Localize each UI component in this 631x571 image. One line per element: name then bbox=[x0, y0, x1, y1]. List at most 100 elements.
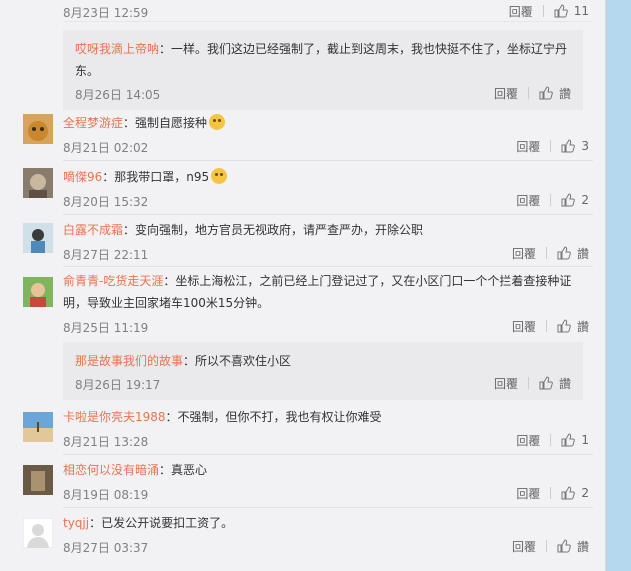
avatar[interactable] bbox=[23, 114, 53, 144]
like-count: 讚 bbox=[576, 539, 589, 554]
like-count: 讚 bbox=[576, 319, 589, 334]
like-button[interactable]: 讚 bbox=[557, 538, 589, 555]
reply-meta: 8月26日 19:17 回覆 讚 bbox=[75, 374, 571, 392]
reply-text: 哎呀我滴上帝呐：一样。我们这边已经强制了，截止到这周末，我也快挺不住了，坐标辽宁… bbox=[75, 38, 571, 82]
comment-time: 8月23日 12:59 bbox=[63, 6, 149, 20]
thumbs-up-icon bbox=[554, 4, 568, 18]
thumbs-up-icon bbox=[557, 539, 571, 553]
thumbs-up-icon bbox=[561, 486, 576, 500]
avatar[interactable] bbox=[23, 168, 53, 198]
like-count: 讚 bbox=[558, 376, 571, 391]
divider bbox=[63, 160, 593, 161]
divider bbox=[527, 87, 529, 99]
divider bbox=[63, 454, 593, 455]
comments-panel: 8月23日 12:59 回覆 11 哎呀我滴上帝呐：一样。我们这边已经强制了，截… bbox=[0, 0, 606, 571]
avatar[interactable] bbox=[23, 518, 53, 548]
username-link[interactable]: 卡啦是你亮夫1988 bbox=[63, 410, 166, 424]
like-button[interactable]: 3 bbox=[561, 139, 589, 153]
comment-time: 8月19日 08:19 bbox=[63, 488, 149, 502]
comment-actions: 回覆 2 bbox=[516, 483, 589, 503]
username-link[interactable]: tyqjj bbox=[63, 516, 89, 530]
hush-emoji-icon bbox=[211, 168, 228, 184]
like-count: 2 bbox=[581, 486, 589, 500]
reply-button[interactable]: 回覆 bbox=[512, 538, 536, 555]
comment-time: 8月21日 13:28 bbox=[63, 435, 149, 449]
divider bbox=[527, 377, 529, 389]
comment-meta: 8月25日 11:19 回覆 讚 bbox=[63, 316, 593, 336]
divider bbox=[550, 194, 552, 206]
divider bbox=[545, 247, 547, 259]
reply-button[interactable]: 回覆 bbox=[494, 375, 518, 392]
reply-button[interactable]: 回覆 bbox=[494, 85, 518, 102]
avatar[interactable] bbox=[23, 412, 53, 442]
username-link[interactable]: 全程梦游症 bbox=[63, 116, 123, 130]
username-link[interactable]: 相恋何以没有暗涌 bbox=[63, 463, 159, 477]
divider bbox=[550, 487, 552, 499]
comment-text: 相恋何以没有暗涌：真恶心 bbox=[63, 459, 593, 481]
avatar[interactable] bbox=[23, 465, 53, 495]
comment-meta: 8月20日 15:32 回覆 2 bbox=[63, 190, 593, 210]
like-button[interactable]: 11 bbox=[554, 4, 589, 18]
like-button[interactable]: 讚 bbox=[539, 375, 571, 392]
divider bbox=[545, 540, 547, 552]
divider bbox=[550, 140, 552, 152]
username-link[interactable]: 嘀傑96 bbox=[63, 170, 102, 184]
like-button[interactable]: 2 bbox=[561, 193, 589, 207]
like-count: 讚 bbox=[558, 86, 571, 101]
comment-text: 全程梦游症：强制自愿接种 bbox=[63, 112, 593, 134]
username-link[interactable]: 那是故事我们的故事 bbox=[75, 354, 183, 368]
comment-meta-top: 8月23日 12:59 回覆 11 bbox=[63, 0, 593, 22]
comment-body: ：真恶心 bbox=[159, 463, 208, 477]
comment-time: 8月27日 03:37 bbox=[63, 541, 149, 555]
thumbs-up-icon bbox=[557, 246, 571, 260]
comment-meta: 8月21日 02:02 回覆 3 bbox=[63, 136, 593, 156]
reply-button[interactable]: 回覆 bbox=[516, 432, 540, 449]
comment-body: ：不强制，但你不打，我也有权让你难受 bbox=[165, 410, 382, 424]
username-link[interactable]: 哎呀我滴上帝呐 bbox=[75, 42, 159, 56]
reply-button[interactable]: 回覆 bbox=[516, 138, 540, 155]
reply-button[interactable]: 回覆 bbox=[512, 318, 536, 335]
like-button[interactable]: 讚 bbox=[557, 318, 589, 335]
like-count: 11 bbox=[573, 4, 589, 18]
comment-meta: 8月21日 13:28 回覆 1 bbox=[63, 430, 593, 450]
like-button[interactable]: 讚 bbox=[539, 85, 571, 102]
reply-actions: 回覆 讚 bbox=[494, 374, 571, 392]
comment-body: ：强制自愿接种 bbox=[123, 116, 208, 130]
reply-button[interactable]: 回覆 bbox=[516, 192, 540, 209]
comment-time: 8月20日 15:32 bbox=[63, 195, 149, 209]
comment-text: 卡啦是你亮夫1988：不强制，但你不打，我也有权让你难受 bbox=[63, 406, 593, 428]
comment-text: 白露不成霜：变向强制，地方官员无视政府，请严查严办，开除公职 bbox=[63, 219, 593, 241]
comment-item: 卡啦是你亮夫1988：不强制，但你不打，我也有权让你难受 8月21日 13:28… bbox=[63, 406, 593, 450]
reply-button[interactable]: 回覆 bbox=[509, 3, 533, 20]
like-button[interactable]: 讚 bbox=[557, 245, 589, 262]
like-count: 讚 bbox=[576, 246, 589, 261]
reply-button[interactable]: 回覆 bbox=[512, 245, 536, 262]
like-count: 2 bbox=[581, 193, 589, 207]
divider bbox=[550, 434, 552, 446]
comment-body: ：变向强制，地方官员无视政府，请严查严办，开除公职 bbox=[123, 223, 424, 237]
comment-meta: 8月19日 08:19 回覆 2 bbox=[63, 483, 593, 503]
comment-text: 嘀傑96：那我带口罩，n95 bbox=[63, 166, 593, 188]
reply-actions: 回覆 讚 bbox=[494, 84, 571, 102]
comment-actions: 回覆 11 bbox=[509, 0, 589, 22]
comment-actions: 回覆 讚 bbox=[512, 316, 589, 336]
comment-meta: 8月27日 03:37 回覆 讚 bbox=[63, 536, 593, 556]
comment-actions: 回覆 3 bbox=[516, 136, 589, 156]
like-button[interactable]: 2 bbox=[561, 486, 589, 500]
username-link[interactable]: 白露不成霜 bbox=[63, 223, 123, 237]
thumbs-up-icon bbox=[561, 193, 576, 207]
comment-meta: 8月27日 22:11 回覆 讚 bbox=[63, 243, 593, 263]
sub-reply: 那是故事我们的故事：所以不喜欢住小区 8月26日 19:17 回覆 讚 bbox=[63, 342, 583, 400]
thumbs-up-icon bbox=[561, 139, 576, 153]
comment-item: 嘀傑96：那我带口罩，n95 8月20日 15:32 回覆 2 bbox=[63, 166, 593, 210]
like-button[interactable]: 1 bbox=[561, 433, 589, 447]
username-link[interactable]: 俞青青-吃货走天涯 bbox=[63, 274, 163, 288]
avatar[interactable] bbox=[23, 277, 53, 307]
comment-time: 8月25日 11:19 bbox=[63, 321, 149, 335]
comment-time: 8月27日 22:11 bbox=[63, 248, 149, 262]
divider bbox=[63, 507, 593, 508]
comment-item: 白露不成霜：变向强制，地方官员无视政府，请严查严办，开除公职 8月27日 22:… bbox=[63, 219, 593, 263]
avatar[interactable] bbox=[23, 223, 53, 253]
reply-button[interactable]: 回覆 bbox=[516, 485, 540, 502]
comment-actions: 回覆 讚 bbox=[512, 243, 589, 263]
